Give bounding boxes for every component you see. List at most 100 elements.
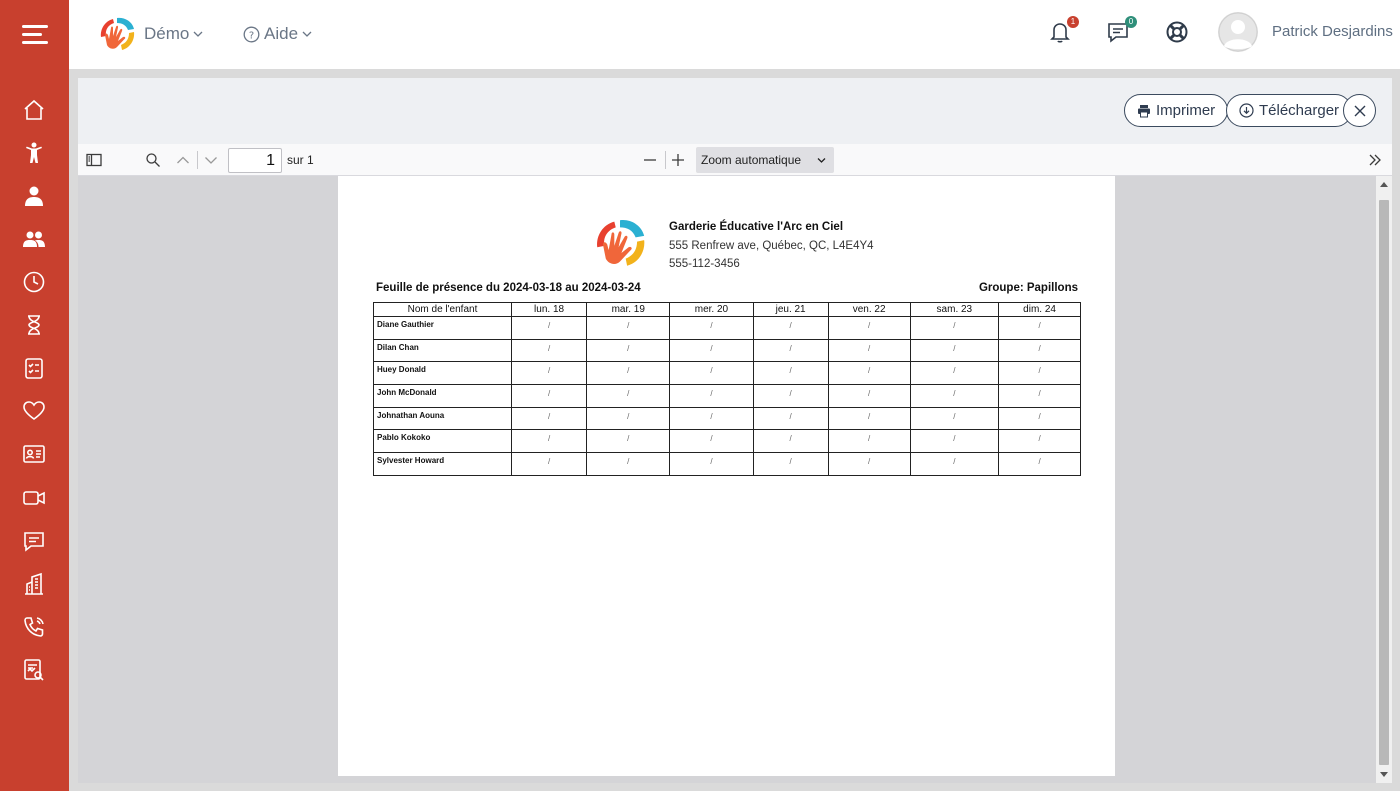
attendance-slot: / [909, 338, 1000, 363]
attendance-slot: / [669, 452, 754, 476]
page-number-input[interactable]: 1 [228, 148, 282, 173]
pdf-toolbar: 1 sur 1 Zoom automatique [78, 144, 1392, 176]
child-name: Pablo Kokoko [373, 429, 512, 454]
child-name: Diane Gauthier [373, 316, 512, 340]
table-row: John McDonald / / / / / / / [373, 384, 1081, 408]
attendance-slot: / [586, 406, 671, 431]
previous-page-icon[interactable] [175, 152, 191, 168]
group-name: Groupe: Papillons [978, 282, 1078, 294]
table-row: Pablo Kokoko / / / / / / / [373, 429, 1081, 454]
attendance-slot: / [752, 316, 829, 340]
download-button[interactable]: Télécharger [1226, 94, 1353, 127]
column-header: Nom de l'enfant [373, 302, 512, 317]
hourglass-icon[interactable] [21, 312, 47, 338]
child-name: Sylvester Howard [373, 452, 512, 476]
close-button[interactable] [1343, 94, 1376, 127]
search-icon[interactable] [145, 152, 161, 168]
organization-address: 555 Renfrew ave, Québec, QC, L4E4Y4 [669, 240, 874, 252]
pdf-page: Garderie Éducative l'Arc en Ciel 555 Ren… [338, 176, 1115, 776]
scroll-up-icon[interactable] [1380, 182, 1388, 187]
organization-name: Garderie Éducative l'Arc en Ciel [669, 221, 844, 233]
attendance-slot: / [669, 384, 754, 408]
phone-icon[interactable] [21, 614, 47, 640]
help-label: Aide [264, 24, 299, 43]
pdf-canvas-area[interactable]: Garderie Éducative l'Arc en Ciel 555 Ren… [78, 176, 1392, 783]
video-icon[interactable] [21, 485, 47, 511]
zoom-select[interactable]: Zoom automatique [696, 147, 834, 173]
chevron-down-icon [193, 31, 203, 37]
sidebar-toggle-icon[interactable] [86, 152, 102, 168]
attendance-slot: / [510, 316, 588, 340]
scrollbar-thumb[interactable] [1379, 200, 1389, 765]
child-name: Johnathan Aouna [373, 406, 512, 431]
child-icon[interactable] [21, 140, 47, 166]
next-page-icon[interactable] [203, 152, 219, 168]
attendance-slot: / [909, 384, 1000, 408]
viewer-header: Imprimer Télécharger [78, 78, 1392, 144]
attendance-slot: / [586, 361, 671, 386]
help-dropdown[interactable]: ? Aide [243, 24, 312, 44]
user-icon [1218, 12, 1258, 52]
messages-button[interactable]: 0 [1106, 16, 1137, 46]
building-icon[interactable] [21, 571, 47, 597]
organization-logo [597, 220, 645, 266]
report-icon[interactable] [21, 657, 47, 683]
zoom-in-icon[interactable] [670, 152, 686, 168]
attendance-slot: / [752, 452, 829, 476]
attendance-slot: / [510, 452, 588, 476]
attendance-slot: / [586, 316, 671, 340]
avatar[interactable] [1218, 12, 1258, 52]
attendance-slot: / [510, 429, 588, 454]
organization-dropdown[interactable]: Démo [144, 24, 203, 44]
attendance-slot: / [909, 406, 1000, 431]
home-icon[interactable] [21, 97, 47, 123]
download-label: Télécharger [1259, 102, 1340, 119]
column-header: jeu. 21 [752, 302, 829, 317]
printer-icon [1138, 104, 1150, 117]
print-button[interactable]: Imprimer [1124, 94, 1229, 127]
pdf-viewer-panel: Imprimer Télécharger 1 sur 1 Zoom automa… [78, 78, 1392, 783]
chevron-down-icon [817, 158, 826, 163]
child-name: John McDonald [373, 384, 512, 408]
top-bar: Démo ? Aide 1 0 Patrick Desjardins [69, 0, 1400, 69]
attendance-slot: / [998, 316, 1081, 340]
attendance-slot: / [510, 338, 588, 363]
chat-icon[interactable] [21, 528, 47, 554]
checklist-icon[interactable] [21, 355, 47, 381]
app-logo[interactable] [97, 15, 137, 53]
table-header-row: Nom de l'enfant lun. 18 mar. 19 mer. 20 jeu.… [373, 302, 1081, 317]
attendance-slot: / [909, 361, 1000, 386]
column-header: dim. 24 [998, 302, 1081, 317]
support-button[interactable] [1165, 20, 1191, 46]
attendance-slot: / [752, 338, 829, 363]
notifications-button[interactable]: 1 [1048, 16, 1079, 46]
attendance-slot: / [510, 384, 588, 408]
user-name[interactable]: Patrick Desjardins [1272, 23, 1393, 40]
attendance-slot: / [669, 406, 754, 431]
zoom-out-icon[interactable] [642, 152, 658, 168]
group-icon[interactable] [21, 226, 47, 252]
attendance-slot: / [586, 384, 671, 408]
attendance-table: Nom de l'enfant lun. 18 mar. 19 mer. 20 jeu.… [373, 302, 1081, 476]
id-card-icon[interactable] [21, 441, 47, 467]
attendance-slot: / [669, 429, 754, 454]
attendance-slot: / [998, 384, 1081, 408]
column-header: ven. 22 [827, 302, 911, 317]
attendance-slot: / [510, 361, 588, 386]
clock-icon[interactable] [21, 269, 47, 295]
scroll-down-icon[interactable] [1380, 772, 1388, 777]
attendance-slot: / [998, 429, 1081, 454]
staff-icon[interactable] [21, 183, 47, 209]
vertical-scrollbar[interactable] [1376, 176, 1392, 783]
column-header: lun. 18 [510, 302, 588, 317]
attendance-slot: / [752, 429, 829, 454]
attendance-sheet-title: Feuille de présence du 2024-03-18 au 202… [376, 282, 641, 294]
page-count-label: sur 1 [287, 153, 314, 167]
tools-menu-icon[interactable] [1367, 152, 1383, 168]
heart-icon[interactable] [21, 398, 47, 424]
menu-icon[interactable] [22, 25, 48, 45]
attendance-slot: / [752, 406, 829, 431]
column-header: sam. 23 [909, 302, 1000, 317]
toolbar-separator [197, 151, 198, 169]
chevron-down-icon [302, 31, 312, 37]
